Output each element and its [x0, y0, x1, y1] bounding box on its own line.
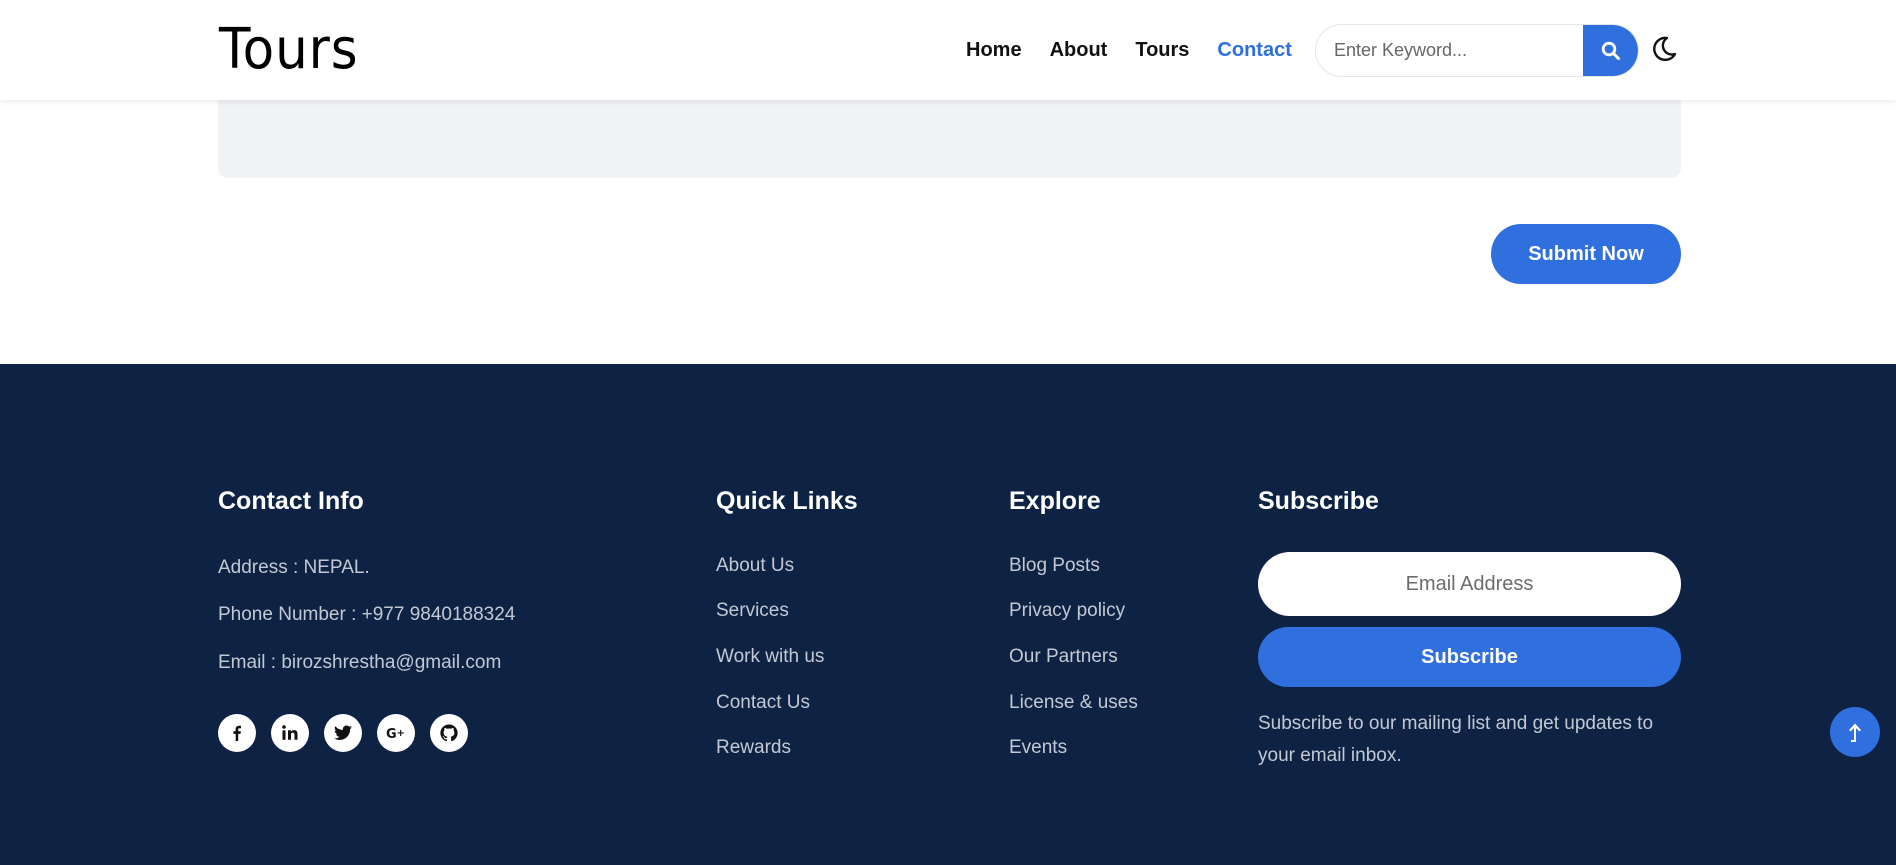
site-header: Tours Home About Tours Contact [0, 0, 1896, 100]
search-icon [1601, 41, 1620, 60]
svg-text:+: + [397, 728, 405, 739]
subscribe-description: Subscribe to our mailing list and get up… [1258, 713, 1654, 766]
footer-link-our-partners[interactable]: Our Partners [1009, 646, 1118, 668]
subscribe-button[interactable]: Subscribe [1258, 627, 1681, 687]
quick-links-title: Quick Links [716, 487, 858, 515]
footer-link-blog-posts[interactable]: Blog Posts [1009, 555, 1100, 577]
footer-link-work-with-us[interactable]: Work with us [716, 646, 824, 668]
footer-link-contact-us[interactable]: Contact Us [716, 692, 810, 714]
main-nav: Home About Tours Contact [966, 36, 1292, 64]
google-plus-icon[interactable]: G + [377, 714, 415, 752]
footer-link-about-us[interactable]: About Us [716, 555, 794, 577]
contact-phone: Phone Number : +977 9840188324 [218, 604, 516, 625]
nav-home[interactable]: Home [966, 36, 1022, 64]
footer-link-rewards[interactable]: Rewards [716, 737, 791, 759]
scroll-top-button[interactable] [1830, 707, 1880, 757]
twitter-icon[interactable] [324, 714, 362, 752]
contact-info-title: Contact Info [218, 487, 364, 515]
footer-link-services[interactable]: Services [716, 600, 789, 622]
social-links: G + [218, 714, 468, 752]
nav-about[interactable]: About [1050, 36, 1108, 64]
linkedin-icon[interactable] [271, 714, 309, 752]
submit-button[interactable]: Submit Now [1491, 224, 1681, 284]
contact-address: Address : NEPAL. [218, 557, 370, 578]
search-input[interactable] [1334, 25, 1574, 76]
nav-contact[interactable]: Contact [1217, 36, 1291, 64]
site-logo[interactable]: Tours [219, 18, 359, 82]
nav-tours[interactable]: Tours [1135, 36, 1189, 64]
footer-link-events[interactable]: Events [1009, 737, 1067, 759]
search-box [1315, 24, 1639, 77]
subscribe-title: Subscribe [1258, 487, 1379, 515]
moon-icon[interactable] [1649, 34, 1679, 64]
search-button[interactable] [1583, 25, 1638, 76]
arrow-up-icon [1849, 723, 1861, 742]
svg-text:G: G [386, 727, 397, 741]
footer-link-privacy-policy[interactable]: Privacy policy [1009, 600, 1125, 622]
footer-link-license-uses[interactable]: License & uses [1009, 692, 1138, 714]
email-field[interactable] [1258, 552, 1681, 616]
contact-email: Email : birozshrestha@gmail.com [218, 652, 502, 673]
facebook-icon[interactable] [218, 714, 256, 752]
site-footer: Contact Info Address : NEPAL. Phone Numb… [0, 364, 1896, 865]
explore-title: Explore [1009, 487, 1101, 515]
github-icon[interactable] [430, 714, 468, 752]
